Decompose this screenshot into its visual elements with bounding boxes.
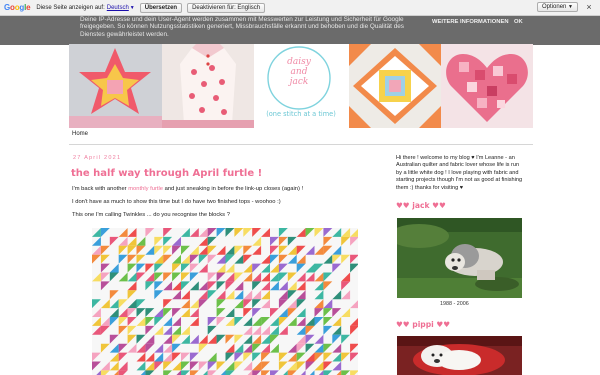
close-icon[interactable]: × xyxy=(584,2,594,12)
star-block-photo xyxy=(69,44,162,128)
post-title[interactable]: the half way through April furtle ! xyxy=(71,168,262,179)
jack-caption: 1988 - 2006 xyxy=(440,301,469,307)
logo-line: jack xyxy=(289,77,309,87)
translate-button[interactable]: Übersetzen xyxy=(139,2,183,13)
translate-bar: Google Diese Seite anzeigen auf: Deutsch… xyxy=(0,0,600,16)
logo-line: and xyxy=(290,67,308,77)
post-paragraph: This one I'm calling Twinkles ... do you… xyxy=(72,212,230,218)
language-select[interactable]: Deutsch xyxy=(107,5,129,11)
post-date: 27 April 2021 xyxy=(73,155,122,161)
google-logo: Google xyxy=(4,3,31,12)
options-button[interactable]: Optionen ▼ xyxy=(537,2,578,12)
cookie-message: Deine IP-Adresse und dein User-Agent wer… xyxy=(80,16,405,38)
post-paragraph: I don't have as much to show this time b… xyxy=(72,199,281,205)
tagline: (one stitch at a time) xyxy=(266,110,336,118)
sidebar-heading-jack: ♥♥ jack ♥♥ xyxy=(396,201,446,210)
dress-photo xyxy=(162,44,254,128)
translate-prompt: Diese Seite anzeigen auf: xyxy=(36,4,105,11)
header-banner[interactable]: daisy and jack (one stitch at a time) xyxy=(69,44,533,128)
top-nav: Home xyxy=(69,130,533,145)
blog-logo: daisy and jack (one stitch at a time) xyxy=(254,44,349,128)
cookie-notice: Deine IP-Adresse und dein User-Agent wer… xyxy=(0,16,600,45)
ok-button[interactable]: OK xyxy=(514,19,523,26)
quilt-photo[interactable] xyxy=(92,228,358,375)
sidebar-intro: Hi there ! welcome to my blog ♥ I'm Lean… xyxy=(396,155,523,191)
post-paragraph: I'm back with another monthly furtle and… xyxy=(72,186,304,192)
sidebar-heading-pippi: ♥♥ pippi ♥♥ xyxy=(396,320,451,329)
pippi-dog-photo xyxy=(397,336,522,375)
chevron-down-icon[interactable]: ▼ xyxy=(130,5,135,11)
nav-home-link[interactable]: Home xyxy=(72,131,88,137)
disable-translate-button[interactable]: Deaktivieren für: Englisch xyxy=(187,2,266,13)
heart-quilt-photo xyxy=(441,44,533,128)
monthly-furtle-link[interactable]: monthly furtle xyxy=(128,186,163,192)
square-block-photo xyxy=(349,44,441,128)
chevron-down-icon: ▼ xyxy=(568,4,573,10)
more-info-link[interactable]: WEITERE INFORMATIONEN xyxy=(432,19,509,26)
jack-dog-photo xyxy=(397,218,522,298)
logo-line: daisy xyxy=(287,57,311,67)
